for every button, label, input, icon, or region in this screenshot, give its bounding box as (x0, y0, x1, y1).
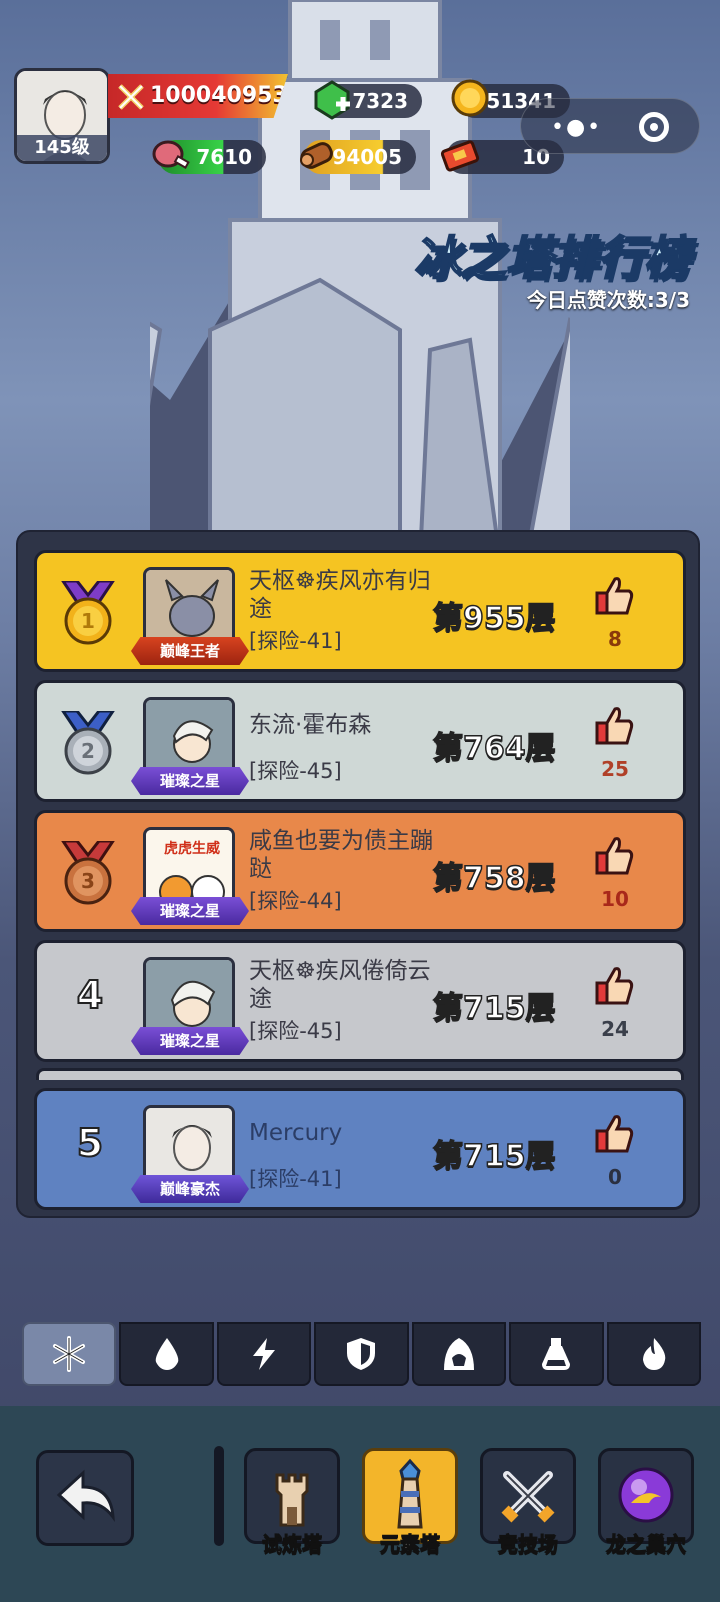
floor-reached: 第955层 (432, 600, 556, 637)
flame-icon (642, 1338, 666, 1370)
snowflake-icon (53, 1336, 86, 1372)
tab-shield[interactable] (314, 1322, 409, 1386)
thumbs-up-icon[interactable] (595, 1113, 635, 1155)
svg-text:1: 1 (81, 609, 95, 633)
wood-counter: 94005 (300, 140, 416, 174)
ranking-row[interactable]: 2 璀璨之星 东流·霍布森 [探险-45] 第764层 25 (34, 680, 686, 802)
water-drop-icon (155, 1338, 178, 1370)
hood-icon (443, 1338, 474, 1370)
back-arrow-icon (56, 1469, 115, 1522)
gold-medal-icon: 1 (61, 581, 115, 645)
bronze-medal-icon: 3 (61, 841, 115, 905)
shield-icon (347, 1338, 376, 1370)
tab-dark[interactable] (411, 1322, 507, 1386)
gem-counter: 7323 (314, 80, 422, 120)
tab-fire[interactable] (606, 1322, 701, 1386)
player-name: 天枢☸疾风亦有归途 (249, 568, 431, 622)
tab-lightning[interactable] (216, 1322, 312, 1386)
mini-program-capsule[interactable]: •●• (520, 98, 700, 154)
player-avatar[interactable]: 145级 (14, 68, 110, 164)
thumbs-up-icon[interactable] (595, 835, 635, 877)
adventure-level: [探险-45] (249, 759, 342, 783)
silver-medal-icon: 2 (61, 711, 115, 775)
potion-icon (542, 1338, 571, 1370)
nav-divider (214, 1446, 224, 1546)
title-badge: 巅峰王者 (131, 637, 249, 665)
thumbs-up-icon[interactable] (595, 965, 635, 1007)
player-name: Mercury (249, 1120, 343, 1146)
likes-today: 今日点赞次数:3/3 (526, 288, 690, 312)
ranking-row[interactable]: 1 巅峰王者 天枢☸疾风亦有归途 [探险-41] 第955层 8 (34, 550, 686, 672)
player-level: 145级 (17, 135, 107, 161)
rank-number: 4 (76, 972, 104, 1018)
combat-power-value: 100040953 (150, 83, 288, 108)
element-tabs (22, 1322, 704, 1386)
floor-reached: 第715层 (432, 990, 556, 1027)
adventure-level: [探险-41] (249, 629, 342, 653)
floor-reached: 第715层 (432, 1138, 556, 1175)
like-count: 10 (601, 887, 629, 911)
gem-value: 7323 (352, 89, 408, 113)
thumbs-up-icon[interactable] (595, 575, 635, 617)
rank-number: 5 (76, 1120, 104, 1166)
adventure-level: [探险-41] (249, 1167, 342, 1191)
svg-text:2: 2 (81, 739, 95, 763)
crossed-swords-icon (118, 84, 144, 110)
meat-value: 7610 (196, 145, 252, 169)
nav-label-trial-tower: 试炼塔 (262, 1532, 323, 1557)
avatar-caption: 虎虎生威 (164, 841, 220, 857)
title-badge: 璀璨之星 (131, 767, 249, 795)
back-button[interactable] (36, 1450, 134, 1546)
ranking-row[interactable]: 4 璀璨之星 天枢☸疾风倦倚云途 [探险-45] 第715层 24 (34, 940, 686, 1062)
like-count: 24 (601, 1017, 629, 1041)
wood-value: 94005 (332, 145, 402, 169)
my-ranking-row[interactable]: 5 巅峰豪杰 Mercury [探险-41] 第715层 0 (34, 1088, 686, 1210)
like-count: 0 (608, 1165, 622, 1189)
meat-counter: 7610 (152, 140, 266, 174)
bottom-nav: 试炼塔 元素塔 竞技场 龙之巢穴 (0, 1406, 720, 1602)
title-badge: 巅峰豪杰 (131, 1175, 249, 1203)
adventure-level: [探险-45] (249, 1019, 342, 1043)
close-target-icon[interactable] (639, 112, 669, 142)
nav-label-dragon-lair: 龙之巢穴 (606, 1532, 687, 1557)
lightning-icon (253, 1338, 276, 1370)
nav-label-arena: 竞技场 (498, 1532, 559, 1557)
tab-water[interactable] (119, 1322, 214, 1386)
wood-log-icon (300, 142, 333, 169)
list-scroll-edge (36, 1068, 684, 1080)
meat-icon (152, 140, 190, 169)
gold-coin-icon (451, 79, 489, 117)
like-count: 8 (608, 627, 622, 651)
ticket-icon (440, 140, 480, 172)
player-name: 东流·霍布森 (249, 712, 372, 738)
player-name: 咸鱼也要为债主蹦跶 (249, 828, 433, 882)
nav-label-element-tower: 元素塔 (380, 1532, 441, 1557)
gem-icon (314, 80, 350, 120)
tab-ice[interactable] (22, 1322, 117, 1386)
more-options-icon[interactable]: •●• (551, 115, 602, 140)
title-badge: 璀璨之星 (131, 1027, 249, 1055)
svg-text:3: 3 (81, 869, 95, 893)
thumbs-up-icon[interactable] (595, 705, 635, 747)
adventure-level: [探险-44] (249, 889, 342, 913)
player-name: 天枢☸疾风倦倚云途 (249, 958, 431, 1012)
floor-reached: 第758层 (432, 860, 556, 897)
ranking-row[interactable]: 3 虎虎生威 璀璨之星 咸鱼也要为债主蹦跶 [探险-44] 第758层 10 (34, 810, 686, 932)
ranking-panel: 1 巅峰王者 天枢☸疾风亦有归途 [探险-41] 第955层 8 2 璀璨之星 … (16, 530, 700, 1218)
title-badge: 璀璨之星 (131, 897, 249, 925)
page-title: 冰之塔排行榜 (413, 230, 691, 286)
floor-reached: 第764层 (432, 730, 556, 767)
like-count: 25 (601, 757, 629, 781)
tab-potion[interactable] (509, 1322, 604, 1386)
